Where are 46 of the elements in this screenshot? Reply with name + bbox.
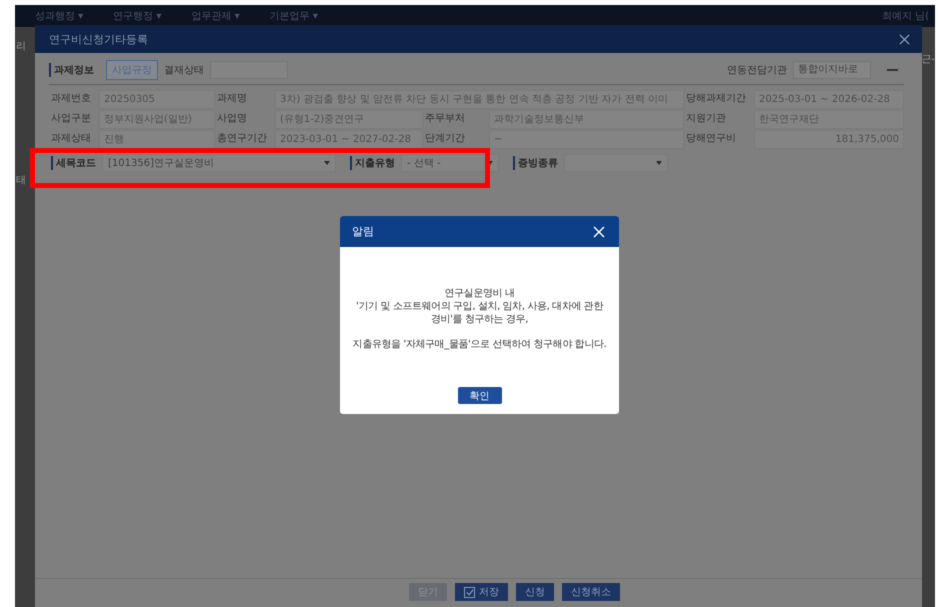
select-value: [101356]연구실운영비 bbox=[108, 157, 214, 170]
footer-button[interactable]: 신청취소 bbox=[562, 583, 620, 601]
filter-label: 지출유형 bbox=[350, 156, 395, 170]
confirm-button[interactable]: 확인 bbox=[458, 387, 502, 404]
agency-field[interactable]: 통합이지바로 bbox=[793, 61, 871, 79]
info-label: 총연구기간 bbox=[216, 132, 268, 146]
info-label: 과제명 bbox=[216, 92, 248, 106]
nav-menu[interactable]: 성과행정 ▾ bbox=[35, 9, 84, 23]
info-value: ~ bbox=[489, 130, 684, 149]
info-label: 주무부처 bbox=[424, 112, 466, 126]
alert-title: 알림 bbox=[352, 224, 374, 239]
info-label: 단계기간 bbox=[424, 132, 466, 146]
minimize-icon[interactable] bbox=[887, 68, 898, 72]
agency-label: 연동전담기관 bbox=[727, 64, 787, 77]
background-text: 근- bbox=[921, 53, 935, 66]
nav-menu[interactable]: 업무관제 ▾ bbox=[191, 9, 240, 23]
approval-label: 결재상태 bbox=[164, 64, 204, 77]
info-label: 과제상태 bbox=[50, 132, 92, 146]
info-label: 과제번호 bbox=[50, 92, 92, 106]
footer-button[interactable]: 저장 bbox=[455, 583, 508, 601]
info-label: 당해연구비 bbox=[685, 132, 737, 146]
alert-message: 지출유형을 '자체구매_물품'으로 선택하여 청구해야 합니다. bbox=[352, 338, 606, 351]
info-label: 당해과제기간 bbox=[685, 92, 747, 106]
dropdown-caret-icon bbox=[324, 161, 330, 165]
section-title: 과제정보 bbox=[49, 63, 94, 77]
filter-select[interactable]: - 선택 - bbox=[401, 154, 499, 172]
dialog-title: 연구비신청기타등록 bbox=[49, 32, 148, 46]
background-text: 태 bbox=[16, 174, 26, 187]
filter-select[interactable]: [101356]연구실운영비 bbox=[102, 154, 336, 172]
alert-message: 연구실운영비 내 '기기 및 소프트웨어의 구입, 설치, 임차, 사용, 대차에 관한 경비'를 청구하는 경우, bbox=[356, 287, 603, 326]
dropdown-caret-icon bbox=[656, 161, 662, 165]
filter-label: 증빙종류 bbox=[513, 156, 558, 170]
select-value: - 선택 - bbox=[407, 157, 441, 170]
info-label: 사업명 bbox=[216, 112, 248, 126]
filter-label: 세목코드 bbox=[51, 156, 96, 170]
nav-menu[interactable]: 연구행정 ▾ bbox=[113, 9, 162, 23]
close-icon[interactable] bbox=[899, 34, 910, 44]
info-label: 지원기관 bbox=[685, 112, 727, 126]
user-name: 최예지 님( bbox=[882, 10, 929, 23]
background-text: 리 bbox=[16, 40, 26, 53]
info-label: 사업구분 bbox=[50, 112, 92, 126]
footer-button[interactable]: 신청 bbox=[516, 583, 554, 601]
dropdown-caret-icon bbox=[487, 161, 493, 165]
nav-menu[interactable]: 기본업무 ▾ bbox=[270, 9, 318, 23]
rules-button[interactable]: 사업규정 bbox=[106, 60, 158, 80]
checkbox-icon bbox=[464, 586, 475, 598]
